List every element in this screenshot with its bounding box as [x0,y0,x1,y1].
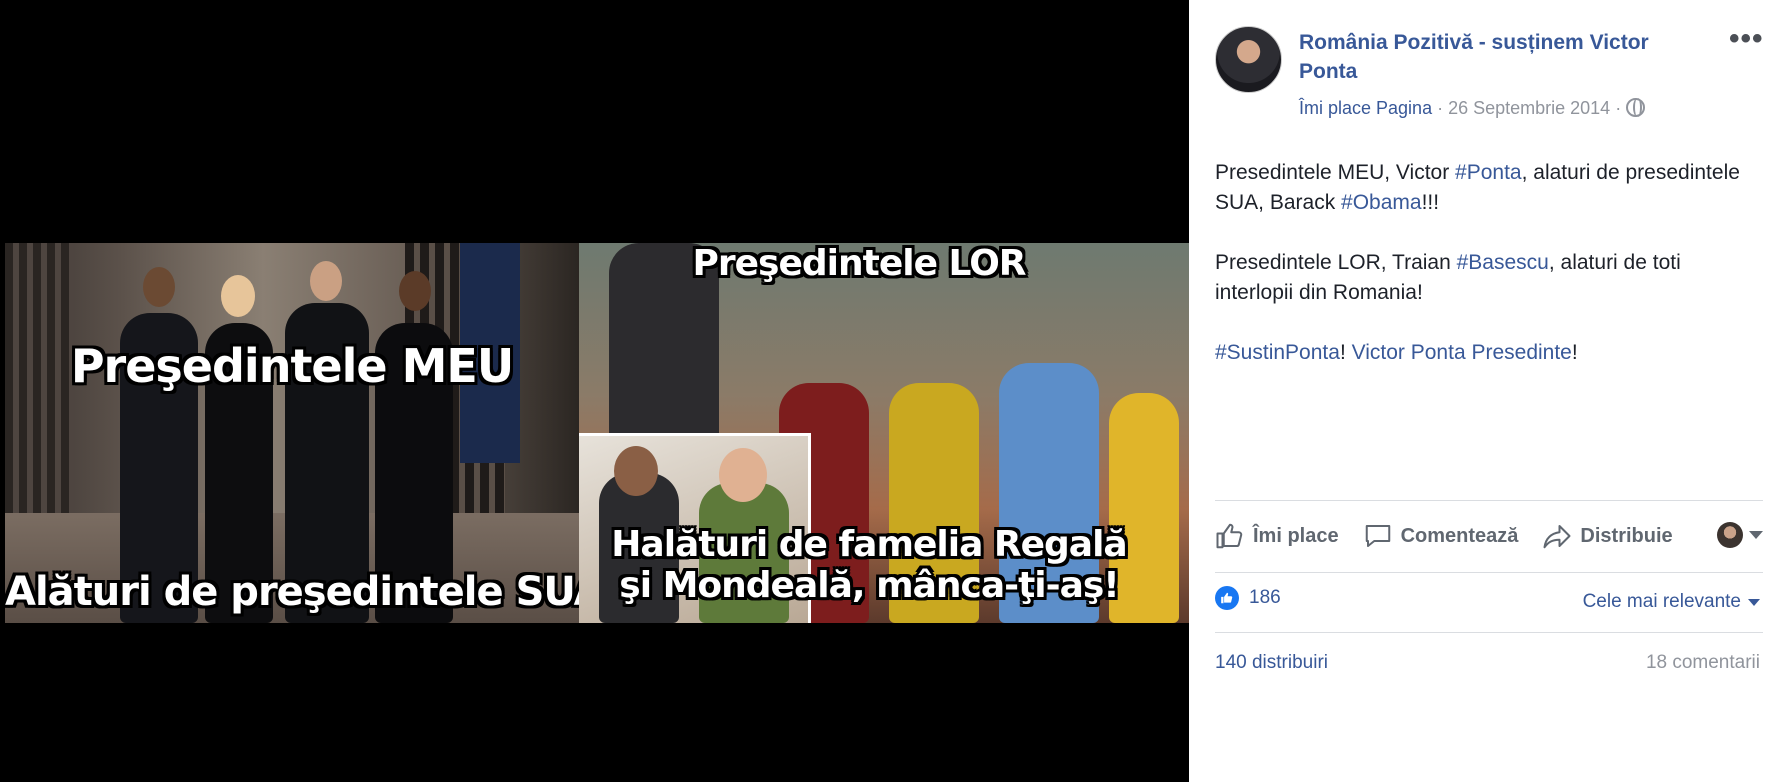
share-label: Distribuie [1580,524,1673,547]
post-photo[interactable]: Preşedintele MEU Alături de preşedintele… [5,243,1189,623]
caption-right-bottom-1: Halături de famelia Regală [611,524,1127,565]
comment-button[interactable]: Comentează [1363,521,1519,551]
photo-panel-left: Preşedintele MEU Alături de preşedintele… [5,243,579,623]
person-1-head [143,267,175,307]
photo-viewer[interactable]: Preşedintele MEU Alături de preşedintele… [0,0,1189,782]
thumbs-up-icon [1216,523,1243,549]
comment-icon [1365,525,1390,547]
action-bar: Îmi place Comentează Distribuie [1215,516,1763,556]
post-as-selector[interactable] [1717,522,1763,548]
post-paragraph-1: Presedintele MEU, Victor #Ponta, alaturi… [1215,158,1760,218]
text-segment: Presedintele MEU, Victor [1215,161,1456,184]
sort-label: Cele mai relevante [1582,591,1741,612]
post-paragraph-3: #SustinPonta! Victor Ponta Presedinte! [1215,338,1760,368]
text-segment: Presedintele LOR, Traian [1215,251,1457,274]
more-options-icon[interactable]: ••• [1729,22,1764,56]
photo-panel-right: Preşedintele LOR Halături de famelia Reg… [579,243,1189,623]
hashtag-sustinponta[interactable]: #SustinPonta [1215,341,1340,364]
caption-right-top: Preşedintele LOR [692,243,1026,284]
caption-left-bottom: Alături de preşedintele SUA [5,569,579,615]
divider-middle [1215,572,1763,573]
like-button[interactable]: Îmi place [1215,521,1339,551]
post-paragraph-2: Presedintele LOR, Traian #Basescu, alatu… [1215,248,1760,308]
post-meta: Îmi place Pagina · 26 Septembrie 2014 · [1299,98,1646,119]
comment-label: Comentează [1400,524,1519,547]
meta-separator-2: · [1610,98,1627,118]
comments-count-link[interactable]: 18 comentarii [1646,652,1760,674]
hashtag-basescu[interactable]: #Basescu [1457,251,1549,274]
person-3-head [310,261,342,301]
person-2-head [221,275,255,317]
reactions-summary[interactable]: 186 [1215,586,1281,610]
inset-person-1-head [614,446,658,496]
text-segment: !!! [1421,191,1440,214]
share-button[interactable]: Distribuie [1542,521,1673,551]
text-segment: ! [1571,341,1578,364]
person-4-head [399,271,431,311]
hashtag-obama[interactable]: #Obama [1341,191,1422,214]
page-mention-link[interactable]: Victor Ponta Presedinte [1352,341,1572,364]
comment-sort-dropdown[interactable]: Cele mai relevante [1583,591,1760,613]
inset-person-2-head [719,448,767,502]
post-body: Presedintele MEU, Victor #Ponta, alaturi… [1215,158,1760,398]
caption-left-top: Preşedintele MEU [70,339,514,393]
like-reaction-icon [1215,586,1239,610]
globe-icon [1626,98,1646,117]
reactions-count: 186 [1249,587,1281,608]
chevron-down-icon [1749,531,1763,539]
text-segment: ! [1339,341,1352,364]
page-avatar[interactable] [1215,26,1282,93]
share-icon [1543,525,1571,549]
divider-bottom [1215,632,1763,633]
hashtag-ponta[interactable]: #Ponta [1455,161,1522,184]
like-label: Îmi place [1253,524,1339,547]
caption-right-bottom-2: şi Mondeală, mânca-ţi-aş! [619,565,1119,606]
divider-top [1215,500,1763,501]
post-panel: România Pozitivă - susținem Victor Ponta… [1189,0,1780,782]
sort-chevron-icon [1748,598,1760,606]
user-avatar [1717,522,1743,548]
page-name-link[interactable]: România Pozitivă - susținem Victor Ponta [1299,28,1699,86]
like-page-link[interactable]: Îmi place Pagina [1299,98,1432,118]
post-date[interactable]: 26 Septembrie 2014 [1448,98,1610,118]
shares-count-link[interactable]: 140 distribuiri [1215,652,1328,674]
meta-separator-1: · [1432,98,1449,118]
thumbs-up-fill-icon [1221,592,1233,604]
